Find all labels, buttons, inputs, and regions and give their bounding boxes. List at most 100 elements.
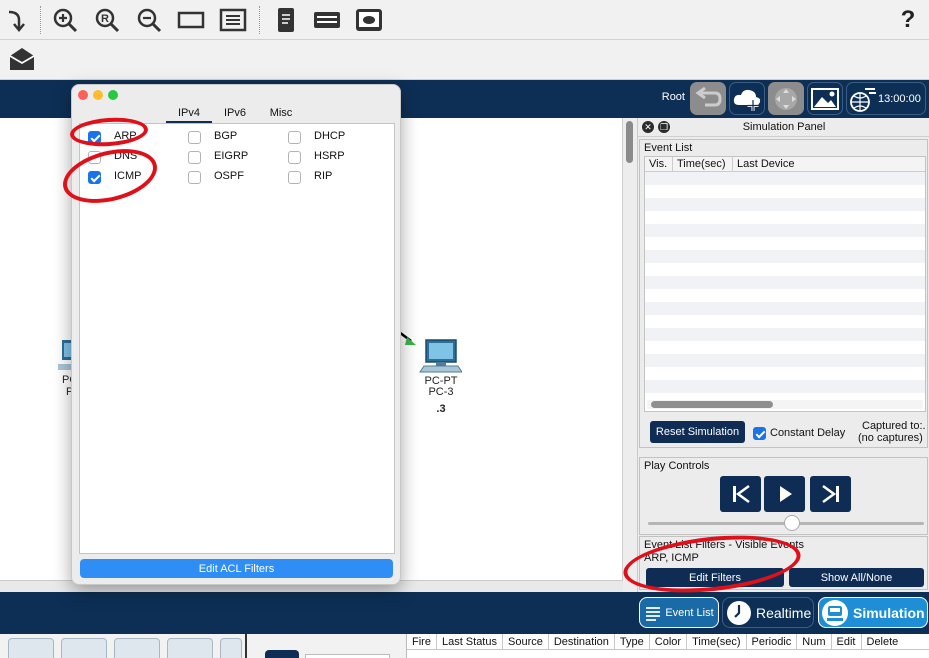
protocol-checkbox-list: ARP BGP DHCP DNS EIGRP HSRP ICMP OSPF RI…	[79, 123, 395, 554]
clock-icon	[727, 600, 751, 625]
event-row-empty	[645, 172, 925, 185]
device-category-tile[interactable]	[167, 638, 213, 658]
simulation-panel-titlebar: ✕ ❐ Simulation Panel	[638, 118, 929, 137]
device-icon[interactable]	[313, 6, 341, 34]
protocol-tabs: IPv4 IPv6 Misc	[166, 104, 304, 124]
column-destination[interactable]: Destination	[549, 634, 615, 649]
play-icon	[779, 486, 792, 502]
event-list-label: Event List	[644, 142, 693, 154]
play-speed-slider-knob[interactable]	[783, 515, 800, 531]
device-category-tile[interactable]	[61, 638, 107, 658]
column-periodic[interactable]: Periodic	[747, 634, 798, 649]
realtime-mode-button[interactable]: Realtime	[722, 597, 814, 628]
edit-acl-filters-button[interactable]: Edit ACL Filters	[80, 559, 393, 578]
simulation-panel-title: Simulation Panel	[742, 121, 826, 133]
custom-device-icon[interactable]	[355, 6, 383, 34]
dns-checkbox[interactable]	[88, 151, 101, 164]
visible-events-value: ARP, ICMP	[644, 552, 699, 564]
bgp-checkbox[interactable]	[188, 131, 201, 144]
event-row-empty	[645, 328, 925, 341]
event-row-empty	[645, 276, 925, 289]
device-category-tile[interactable]	[114, 638, 160, 658]
scrollbar-thumb[interactable]	[651, 401, 773, 408]
globe-clock-icon	[850, 87, 876, 112]
column-type[interactable]: Type	[615, 634, 650, 649]
event-row-empty	[645, 224, 925, 237]
event-row-empty	[645, 367, 925, 380]
device-pc-3[interactable]	[418, 336, 464, 379]
step-forward-icon	[821, 485, 839, 503]
workspace-vertical-scrollbar[interactable]	[623, 118, 637, 592]
scrollbar-thumb[interactable]	[626, 121, 633, 163]
column-color[interactable]: Color	[650, 634, 688, 649]
step-forward-button[interactable]	[810, 476, 851, 512]
tab-misc[interactable]: Misc	[258, 104, 304, 124]
event-list-table[interactable]: Vis. Time(sec) Last Device	[644, 156, 926, 412]
scenario-icon[interactable]	[265, 650, 299, 658]
rectangle-icon[interactable]	[177, 6, 205, 34]
zoom-reset-icon[interactable]: R	[93, 6, 121, 34]
zoom-in-icon[interactable]	[51, 6, 79, 34]
event-row-empty	[645, 341, 925, 354]
note-icon[interactable]	[272, 6, 300, 34]
cloud-add-icon[interactable]	[729, 82, 765, 115]
secondary-toolbar	[0, 40, 929, 80]
column-num[interactable]: Num	[797, 634, 832, 649]
scenario-field[interactable]	[305, 654, 390, 658]
window-close-button[interactable]	[78, 90, 88, 100]
event-row-empty	[645, 302, 925, 315]
event-list-horizontal-scrollbar[interactable]	[647, 400, 923, 409]
main-toolbar: R ?	[0, 0, 929, 40]
device-category-tile[interactable]	[8, 638, 54, 658]
pdu-table: Fire Last Status Source Destination Type…	[406, 634, 929, 658]
device-name-label: PC-3	[428, 386, 454, 398]
tab-ipv4[interactable]: IPv4	[166, 104, 212, 124]
column-time[interactable]: Time(sec)	[687, 634, 747, 649]
device-category-tile[interactable]	[220, 638, 242, 658]
rip-checkbox[interactable]	[288, 171, 301, 184]
column-last-status[interactable]: Last Status	[437, 634, 503, 649]
toolbar-separator	[259, 6, 260, 34]
reset-simulation-button[interactable]: Reset Simulation	[650, 421, 745, 443]
envelope-icon[interactable]	[8, 45, 36, 73]
edit-filters-button[interactable]: Edit Filters	[646, 568, 784, 587]
help-icon[interactable]: ?	[894, 6, 922, 34]
window-minimize-button[interactable]	[93, 90, 103, 100]
eigrp-checkbox[interactable]	[188, 151, 201, 164]
event-list-toggle-button[interactable]: Event List	[639, 597, 719, 628]
arp-checkbox[interactable]	[88, 131, 101, 144]
redo-icon[interactable]	[0, 6, 28, 34]
column-source[interactable]: Source	[503, 634, 549, 649]
icmp-checkbox[interactable]	[88, 171, 101, 184]
play-controls-label: Play Controls	[644, 460, 710, 472]
event-row-empty	[645, 263, 925, 276]
column-vis[interactable]: Vis.	[645, 157, 673, 171]
icmp-label: ICMP	[114, 170, 142, 182]
event-list-toggle-label: Event List	[665, 606, 714, 619]
svg-text:R: R	[101, 13, 109, 25]
column-last-device[interactable]: Last Device	[733, 157, 925, 171]
hsrp-checkbox[interactable]	[288, 151, 301, 164]
ospf-checkbox[interactable]	[188, 171, 201, 184]
list-icon	[646, 606, 661, 621]
step-back-button[interactable]	[720, 476, 761, 512]
show-all-none-button[interactable]: Show All/None	[789, 568, 924, 587]
play-button[interactable]	[764, 476, 805, 512]
constant-delay-checkbox[interactable]	[753, 427, 766, 440]
column-fire[interactable]: Fire	[407, 634, 437, 649]
move-icon[interactable]	[768, 82, 804, 115]
event-filters-section: Event List Filters - Visible Events ARP,…	[639, 536, 928, 590]
background-image-icon[interactable]	[807, 82, 843, 115]
back-icon[interactable]	[690, 82, 726, 115]
window-zoom-button[interactable]	[108, 90, 118, 100]
tab-ipv6[interactable]: IPv6	[212, 104, 258, 124]
dhcp-checkbox[interactable]	[288, 131, 301, 144]
time-indicator[interactable]: 13:00:00	[846, 82, 926, 115]
zoom-out-icon[interactable]	[135, 6, 163, 34]
column-edit[interactable]: Edit	[832, 634, 862, 649]
simulation-mode-button[interactable]: Simulation	[818, 597, 928, 628]
palette-icon[interactable]	[219, 6, 247, 34]
column-delete[interactable]: Delete	[862, 634, 904, 649]
hsrp-label: HSRP	[314, 150, 345, 162]
column-time[interactable]: Time(sec)	[673, 157, 733, 171]
